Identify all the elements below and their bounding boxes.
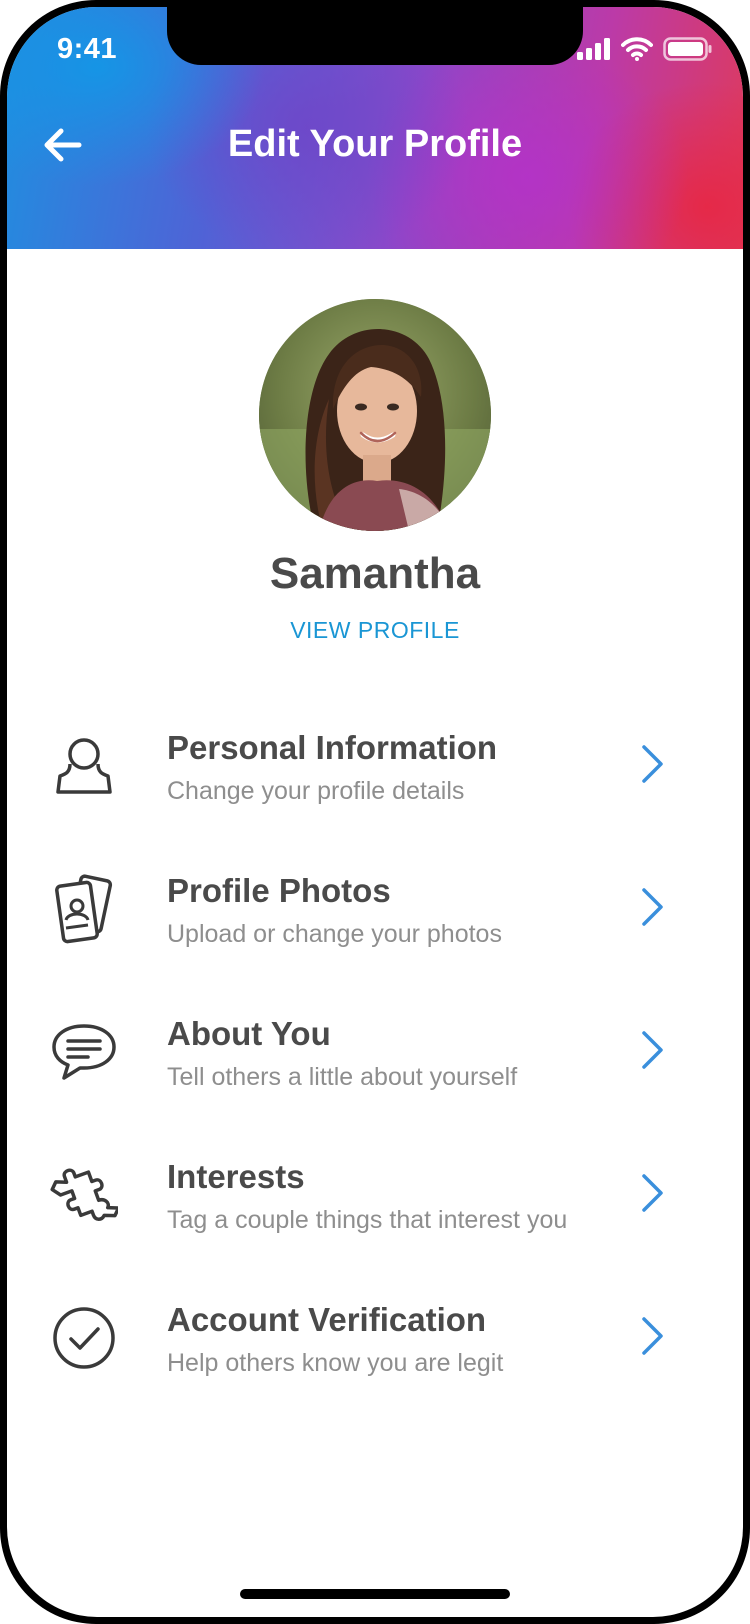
chevron-right-icon	[642, 745, 663, 783]
device-frame: 9:41 Edit Your Profile Samantha VIEW PRO…	[0, 0, 750, 1624]
page-title: Edit Your Profile	[227, 123, 523, 165]
menu-item-title: Personal Information	[167, 729, 498, 766]
menu-item-title: Account Verification	[167, 1301, 487, 1338]
status-time: 9:41	[57, 33, 118, 65]
menu-item-subtitle: Tell others a little about yourself	[167, 1063, 518, 1091]
puzzle-icon	[47, 1158, 121, 1232]
menu-item-subtitle: Change your profile details	[167, 777, 465, 805]
menu-item-profile-photos[interactable]: Profile Photos Upload or change your pho…	[7, 872, 743, 992]
chat-bubble-icon	[47, 1015, 121, 1089]
signal-icon	[577, 38, 610, 60]
menu-item-about-you[interactable]: About You Tell others a little about you…	[7, 1015, 743, 1135]
view-profile-link[interactable]: VIEW PROFILE	[7, 617, 743, 644]
status-icons	[577, 37, 713, 61]
check-circle-icon	[47, 1301, 121, 1375]
menu-item-account-verification[interactable]: Account Verification Help others know yo…	[7, 1301, 743, 1421]
chevron-right-icon	[642, 1174, 663, 1212]
menu-item-subtitle: Tag a couple things that interest you	[167, 1206, 568, 1234]
battery-icon	[663, 37, 712, 61]
photos-icon	[47, 872, 121, 946]
menu-item-subtitle: Help others know you are legit	[167, 1349, 504, 1377]
header: 9:41 Edit Your Profile	[7, 7, 743, 249]
home-indicator[interactable]	[240, 1589, 510, 1599]
profile-photo	[259, 299, 491, 531]
wifi-icon	[621, 37, 653, 61]
menu-item-interests[interactable]: Interests Tag a couple things that inter…	[7, 1158, 743, 1278]
menu-item-subtitle: Upload or change your photos	[167, 920, 502, 948]
device-notch	[167, 7, 583, 65]
chevron-right-icon	[642, 1317, 663, 1355]
profile-name: Samantha	[269, 549, 481, 598]
person-icon	[47, 729, 121, 803]
menu-item-personal-information[interactable]: Personal Information Change your profile…	[7, 729, 743, 849]
avatar[interactable]	[259, 299, 491, 531]
menu-item-title: Interests	[167, 1158, 305, 1195]
menu-item-title: Profile Photos	[167, 872, 391, 909]
screen: 9:41 Edit Your Profile Samantha VIEW PRO…	[7, 7, 743, 1617]
chevron-right-icon	[642, 1031, 663, 1069]
menu-item-title: About You	[167, 1015, 331, 1052]
chevron-right-icon	[642, 888, 663, 926]
